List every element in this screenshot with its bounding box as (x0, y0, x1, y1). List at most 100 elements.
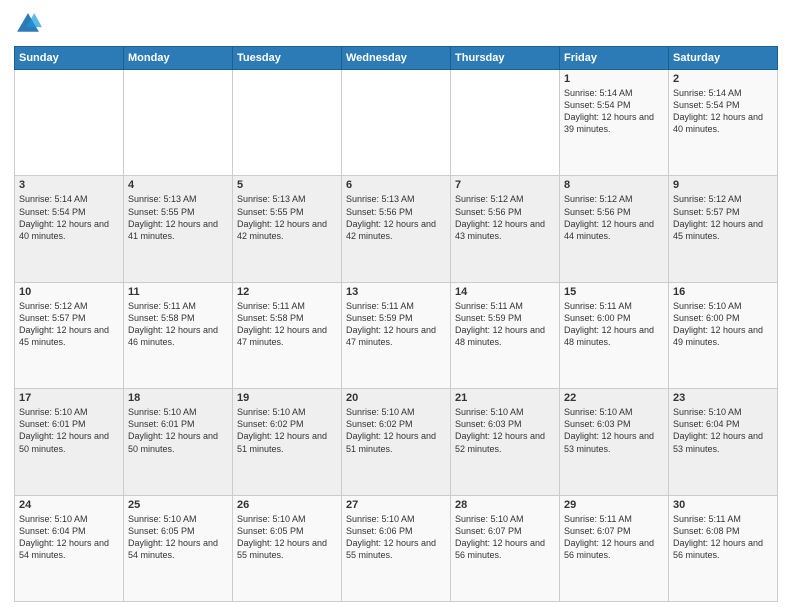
logo (14, 10, 46, 38)
calendar-cell: 18Sunrise: 5:10 AMSunset: 6:01 PMDayligh… (124, 389, 233, 495)
calendar-cell: 24Sunrise: 5:10 AMSunset: 6:04 PMDayligh… (15, 495, 124, 601)
day-number: 9 (673, 179, 773, 191)
calendar-table: SundayMondayTuesdayWednesdayThursdayFrid… (14, 46, 778, 602)
day-info-line: Sunset: 6:04 PM (19, 525, 119, 537)
day-number: 16 (673, 286, 773, 298)
day-info-line: Sunrise: 5:14 AM (564, 87, 664, 99)
day-info-line: Sunset: 6:00 PM (673, 312, 773, 324)
calendar-cell: 23Sunrise: 5:10 AMSunset: 6:04 PMDayligh… (669, 389, 778, 495)
calendar-cell: 21Sunrise: 5:10 AMSunset: 6:03 PMDayligh… (451, 389, 560, 495)
day-info-line: Sunset: 5:58 PM (237, 312, 337, 324)
day-info-line: Sunset: 6:05 PM (128, 525, 228, 537)
day-info-line: Sunrise: 5:13 AM (346, 193, 446, 205)
calendar-cell: 19Sunrise: 5:10 AMSunset: 6:02 PMDayligh… (233, 389, 342, 495)
calendar-cell: 14Sunrise: 5:11 AMSunset: 5:59 PMDayligh… (451, 282, 560, 388)
calendar-cell: 1Sunrise: 5:14 AMSunset: 5:54 PMDaylight… (560, 70, 669, 176)
day-info-line: Sunset: 5:57 PM (19, 312, 119, 324)
calendar-cell: 22 Sunrise: 5:10 AMSunset: 6:03 PMDayligh… (560, 389, 669, 495)
day-info-line: Sunrise: 5:10 AM (128, 513, 228, 525)
day-info-line: Daylight: 12 hours and 53 minutes. (564, 430, 664, 454)
day-info-line: Sunset: 5:54 PM (673, 99, 773, 111)
day-number: 19 (237, 392, 337, 404)
calendar-week-3: 10Sunrise: 5:12 AMSunset: 5:57 PMDayligh… (15, 282, 778, 388)
day-info-line: Sunrise: 5:12 AM (564, 193, 664, 205)
day-info-line: Sunset: 6:04 PM (673, 418, 773, 430)
calendar-cell: 10Sunrise: 5:12 AMSunset: 5:57 PMDayligh… (15, 282, 124, 388)
day-number: 25 (128, 499, 228, 511)
calendar-cell: 2Sunrise: 5:14 AMSunset: 5:54 PMDaylight… (669, 70, 778, 176)
day-info-line: Daylight: 12 hours and 44 minutes. (564, 218, 664, 242)
weekday-header-sunday: Sunday (15, 47, 124, 70)
logo-icon (14, 10, 42, 38)
day-number: 13 (346, 286, 446, 298)
day-info-line: Daylight: 12 hours and 55 minutes. (346, 537, 446, 561)
calendar-cell (124, 70, 233, 176)
day-info-line: Daylight: 12 hours and 45 minutes. (673, 218, 773, 242)
calendar-cell: 20Sunrise: 5:10 AMSunset: 6:02 PMDayligh… (342, 389, 451, 495)
day-info-line: Daylight: 12 hours and 45 minutes. (19, 324, 119, 348)
day-number: 3 (19, 179, 119, 191)
calendar-cell: 17Sunrise: 5:10 AMSunset: 6:01 PMDayligh… (15, 389, 124, 495)
day-number: 7 (455, 179, 555, 191)
day-info-line: Daylight: 12 hours and 49 minutes. (673, 324, 773, 348)
day-info-line: Sunrise: 5:10 AM (19, 406, 119, 418)
day-info-line: Sunset: 5:58 PM (128, 312, 228, 324)
calendar-cell: 5Sunrise: 5:13 AMSunset: 5:55 PMDaylight… (233, 176, 342, 282)
day-info-line: Sunset: 6:08 PM (673, 525, 773, 537)
day-info-line: Sunrise: 5:10 AM (455, 406, 555, 418)
day-number: 10 (19, 286, 119, 298)
day-number: 22 (564, 392, 664, 404)
calendar-cell: 27Sunrise: 5:10 AMSunset: 6:06 PMDayligh… (342, 495, 451, 601)
day-info-line: Sunrise: 5:11 AM (128, 300, 228, 312)
calendar-cell: 29Sunrise: 5:11 AMSunset: 6:07 PMDayligh… (560, 495, 669, 601)
calendar-week-1: 1Sunrise: 5:14 AMSunset: 5:54 PMDaylight… (15, 70, 778, 176)
day-info-line: Daylight: 12 hours and 53 minutes. (673, 430, 773, 454)
calendar-cell: 30Sunrise: 5:11 AMSunset: 6:08 PMDayligh… (669, 495, 778, 601)
day-info-line: Sunrise: 5:10 AM (673, 300, 773, 312)
day-info-line: Daylight: 12 hours and 56 minutes. (564, 537, 664, 561)
day-info-line: Sunrise: 5:13 AM (237, 193, 337, 205)
day-number: 12 (237, 286, 337, 298)
day-info-line: Sunset: 6:03 PM (564, 418, 664, 430)
day-info-line: Sunset: 6:02 PM (237, 418, 337, 430)
day-info-line: Daylight: 12 hours and 42 minutes. (346, 218, 446, 242)
day-info-line: Sunrise: 5:11 AM (237, 300, 337, 312)
day-number: 27 (346, 499, 446, 511)
calendar-body: 1Sunrise: 5:14 AMSunset: 5:54 PMDaylight… (15, 70, 778, 602)
day-info-line: Sunrise: 5:10 AM (673, 406, 773, 418)
day-info-line: Sunset: 5:54 PM (564, 99, 664, 111)
weekday-header-thursday: Thursday (451, 47, 560, 70)
day-info-line: Daylight: 12 hours and 50 minutes. (128, 430, 228, 454)
day-info-line: Daylight: 12 hours and 47 minutes. (237, 324, 337, 348)
calendar-cell: 8Sunrise: 5:12 AMSunset: 5:56 PMDaylight… (560, 176, 669, 282)
calendar-cell (15, 70, 124, 176)
day-info-line: Sunrise: 5:10 AM (564, 406, 664, 418)
day-number: 18 (128, 392, 228, 404)
day-info-line: Sunset: 5:56 PM (346, 206, 446, 218)
day-info-line: Daylight: 12 hours and 39 minutes. (564, 111, 664, 135)
day-info-line: Daylight: 12 hours and 50 minutes. (19, 430, 119, 454)
calendar-cell: 6 Sunrise: 5:13 AMSunset: 5:56 PMDaylight… (342, 176, 451, 282)
day-info-line: Daylight: 12 hours and 56 minutes. (673, 537, 773, 561)
calendar-cell: 7Sunrise: 5:12 AMSunset: 5:56 PMDaylight… (451, 176, 560, 282)
day-info-line: Sunrise: 5:13 AM (128, 193, 228, 205)
day-info-line: Sunset: 5:56 PM (564, 206, 664, 218)
day-info-line: Sunset: 6:01 PM (128, 418, 228, 430)
day-info-line: Sunset: 6:06 PM (346, 525, 446, 537)
page: SundayMondayTuesdayWednesdayThursdayFrid… (0, 0, 792, 612)
day-info-line: Sunrise: 5:11 AM (564, 300, 664, 312)
day-info-line: Sunset: 6:05 PM (237, 525, 337, 537)
day-info-line: Sunset: 5:55 PM (128, 206, 228, 218)
day-info-line: Daylight: 12 hours and 42 minutes. (237, 218, 337, 242)
calendar-cell: 16 Sunrise: 5:10 AMSunset: 6:00 PMDayligh… (669, 282, 778, 388)
calendar-cell (233, 70, 342, 176)
day-number: 2 (673, 73, 773, 85)
day-info-line: Sunset: 6:01 PM (19, 418, 119, 430)
calendar-cell (342, 70, 451, 176)
calendar-cell: 26Sunrise: 5:10 AMSunset: 6:05 PMDayligh… (233, 495, 342, 601)
day-number: 5 (237, 179, 337, 191)
day-number: 6 (346, 179, 446, 191)
weekday-header-row: SundayMondayTuesdayWednesdayThursdayFrid… (15, 47, 778, 70)
calendar-header: SundayMondayTuesdayWednesdayThursdayFrid… (15, 47, 778, 70)
day-info-line: Sunrise: 5:10 AM (237, 513, 337, 525)
